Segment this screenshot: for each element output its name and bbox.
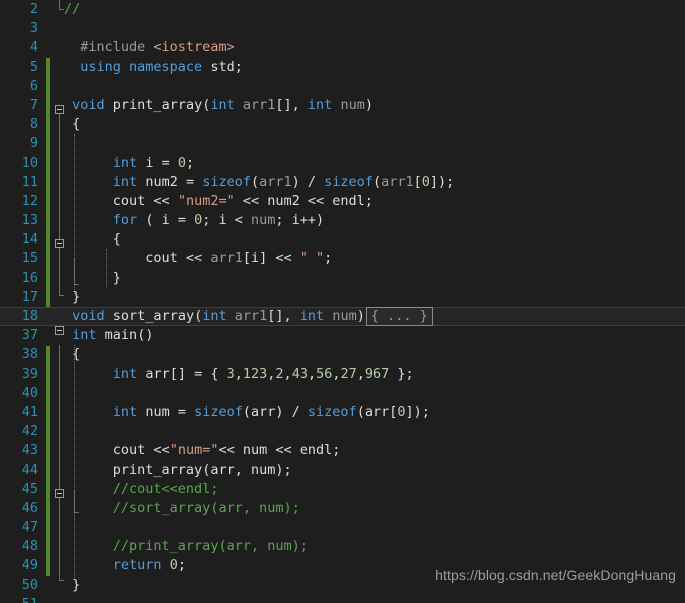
line-number: 2	[29, 1, 38, 17]
code-line-16[interactable]: 16 }	[0, 269, 685, 288]
line-content: print_array(arr, num);	[112, 461, 292, 478]
code-line-46[interactable]: 46 //sort_array(arr, num);	[0, 499, 685, 518]
code-line-40[interactable]: 40	[0, 384, 685, 403]
line-content: }	[72, 576, 81, 593]
code-line-9[interactable]: 9	[0, 134, 685, 153]
line-number: 14	[21, 231, 38, 248]
line-number: 8	[29, 116, 38, 133]
line-number: 6	[29, 77, 38, 94]
line-content: void print_array(int arr1[], int num)	[72, 96, 373, 113]
line-content: #include <iostream>	[64, 39, 235, 56]
line-content: int arr[] = { 3,123,2,43,56,27,967 };	[112, 365, 414, 382]
line-content: for ( i = 0; i < num; i++)	[112, 212, 325, 229]
line-content: //	[64, 1, 81, 17]
line-number: 7	[29, 96, 38, 113]
watermark-url: https://blog.csdn.net/GeekDongHuang	[435, 566, 676, 583]
line-content: using namespace std;	[80, 58, 243, 75]
code-line-12[interactable]: 12 cout << "num2=" << num2 << endl;	[0, 192, 685, 211]
code-line-51[interactable]: 51	[0, 595, 685, 603]
line-number: 5	[29, 58, 38, 75]
code-line-2[interactable]: 2 //	[0, 0, 685, 19]
code-line-6[interactable]: 6	[0, 77, 685, 96]
code-line-18[interactable]: 18 void sort_array(int arr1[], int num){…	[0, 307, 685, 327]
line-content: }	[72, 288, 81, 305]
line-number: 41	[21, 403, 38, 420]
line-number: 50	[21, 576, 38, 593]
line-number: 4	[29, 39, 38, 56]
code-editor[interactable]: 2 // 3 4 #include <iostream> 5 using nam…	[0, 0, 685, 603]
line-content: //sort_array(arr, num);	[112, 499, 300, 516]
collapsed-region-badge[interactable]: { ... }	[365, 307, 433, 326]
code-line-38[interactable]: 38 {	[0, 345, 685, 364]
code-line-41[interactable]: 41 int num = sizeof(arr) / sizeof(arr[0]…	[0, 403, 685, 422]
code-line-17[interactable]: 17 }	[0, 288, 685, 307]
line-number: 10	[21, 154, 38, 171]
line-number: 44	[21, 461, 38, 478]
code-line-47[interactable]: 47	[0, 518, 685, 537]
code-line-39[interactable]: 39 int arr[] = { 3,123,2,43,56,27,967 };	[0, 365, 685, 384]
line-number: 11	[21, 173, 38, 190]
line-content: {	[72, 346, 81, 363]
code-line-37[interactable]: 37 int main()	[0, 326, 685, 345]
code-line-14[interactable]: 14 {	[0, 230, 685, 249]
code-line-10[interactable]: 10 int i = 0;	[0, 154, 685, 173]
line-number: 42	[21, 423, 38, 440]
line-number: 46	[21, 499, 38, 516]
code-line-3[interactable]: 3	[0, 19, 685, 38]
code-line-48[interactable]: 48 //print_array(arr, num);	[0, 537, 685, 556]
line-content: cout << "num2=" << num2 << endl;	[112, 192, 373, 209]
line-number: 13	[21, 212, 38, 229]
code-line-42[interactable]: 42	[0, 422, 685, 441]
line-number: 12	[21, 192, 38, 209]
code-line-11[interactable]: 11 int num2 = sizeof(arr1) / sizeof(arr1…	[0, 173, 685, 192]
code-line-5[interactable]: 5 using namespace std;	[0, 58, 685, 77]
code-line-43[interactable]: 43 cout <<"num="<< num << endl;	[0, 441, 685, 460]
line-number: 15	[21, 250, 38, 267]
line-content: {	[112, 231, 121, 248]
line-number: 18	[21, 308, 38, 324]
line-number: 40	[21, 384, 38, 401]
code-line-4[interactable]: 4 #include <iostream>	[0, 38, 685, 57]
line-number: 38	[21, 346, 38, 363]
code-line-45[interactable]: 45 //cout<<endl;	[0, 480, 685, 499]
line-content: return 0;	[112, 557, 186, 574]
line-content: int num2 = sizeof(arr1) / sizeof(arr1[0]…	[112, 173, 455, 190]
line-number: 17	[21, 288, 38, 305]
code-line-15[interactable]: 15 cout << arr1[i] << " ";	[0, 249, 685, 268]
line-content: {	[72, 116, 81, 133]
line-number: 16	[21, 269, 38, 286]
line-number: 9	[29, 135, 38, 152]
line-content: //print_array(arr, num);	[112, 538, 308, 555]
line-number: 43	[21, 442, 38, 459]
code-line-44[interactable]: 44 print_array(arr, num);	[0, 461, 685, 480]
line-content: cout << arr1[i] << " ";	[145, 250, 333, 267]
line-number: 51	[0, 595, 38, 603]
line-content: //cout<<endl;	[112, 480, 219, 497]
line-content: int num = sizeof(arr) / sizeof(arr[0]);	[112, 403, 430, 420]
line-content: }	[112, 269, 121, 286]
line-number: 49	[21, 557, 38, 574]
line-number: 48	[21, 538, 38, 555]
line-number: 39	[21, 365, 38, 382]
line-number: 47	[21, 519, 38, 536]
line-content: int main()	[72, 327, 154, 344]
code-line-13[interactable]: 13 for ( i = 0; i < num; i++)	[0, 211, 685, 230]
line-number: 37	[21, 327, 38, 344]
line-content: int i = 0;	[112, 154, 195, 171]
line-content: void sort_array(int arr1[], int num){ ..…	[64, 307, 433, 326]
line-number: 3	[29, 20, 38, 37]
code-line-7[interactable]: 7 void print_array(int arr1[], int num)	[0, 96, 685, 115]
line-number: 45	[21, 480, 38, 497]
code-line-8[interactable]: 8 {	[0, 115, 685, 134]
line-content: cout <<"num="<< num << endl;	[112, 442, 341, 459]
